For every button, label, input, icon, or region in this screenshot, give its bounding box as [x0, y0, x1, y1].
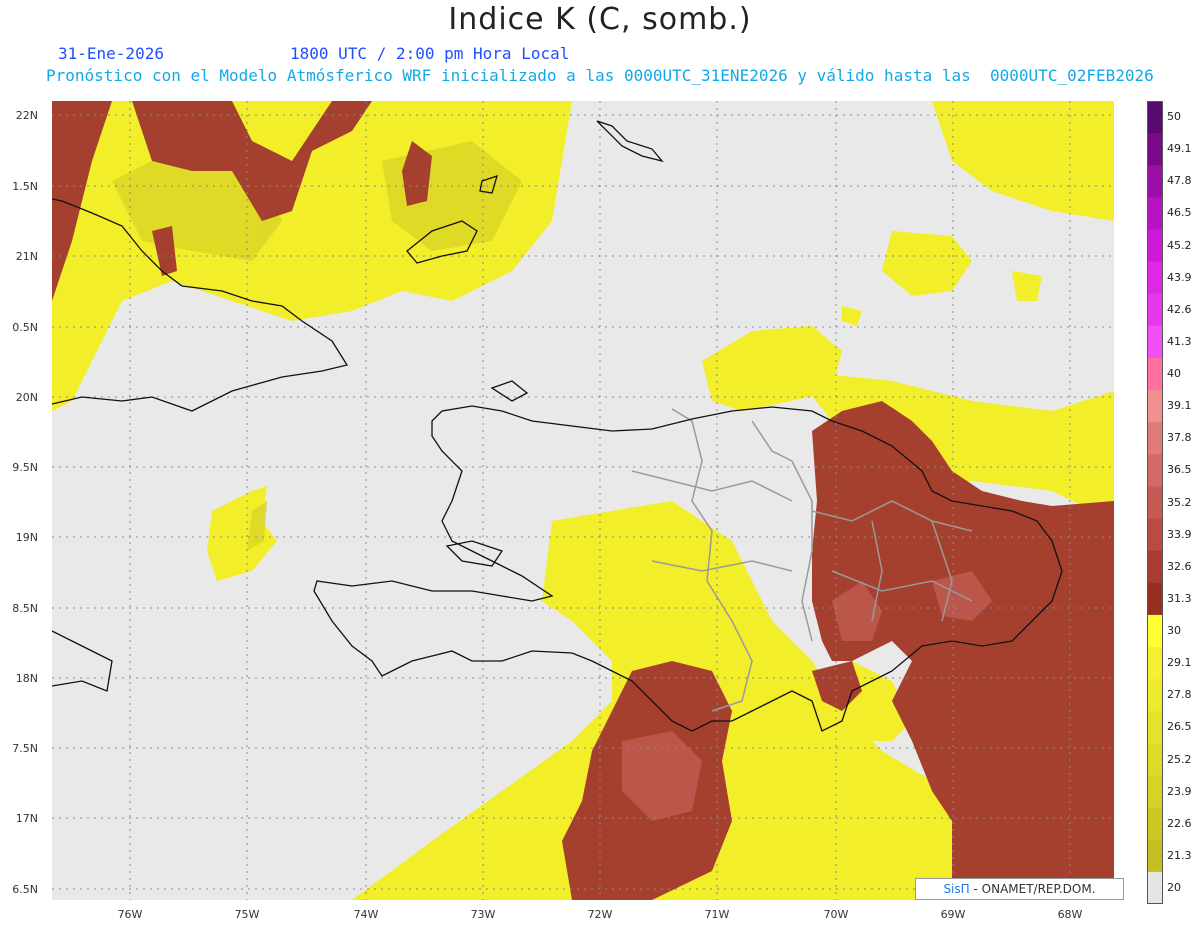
valid-date: 31-Ene-2026 — [58, 44, 164, 63]
colorbar-swatch — [1147, 229, 1163, 263]
colorbar-label: 45.2 — [1167, 238, 1192, 252]
colorbar-label: 47.8 — [1167, 174, 1192, 188]
lon-label: 73W — [470, 908, 496, 921]
model-info-line: Pronóstico con el Modelo Atmósferico WRF… — [46, 66, 1154, 85]
colorbar-swatch — [1147, 711, 1163, 744]
colorbar-swatch — [1147, 101, 1163, 134]
colorbar-swatch — [1147, 293, 1163, 327]
colorbar-label: 22.6 — [1167, 816, 1192, 830]
colorbar-swatch — [1147, 550, 1163, 584]
colorbar — [1147, 101, 1163, 904]
colorbar-label: 33.9 — [1167, 527, 1192, 541]
colorbar-swatch — [1147, 197, 1163, 230]
lat-label: 20N — [15, 391, 38, 404]
colorbar-swatch — [1147, 133, 1163, 166]
colorbar-label: 43.9 — [1167, 270, 1192, 284]
colorbar-swatch — [1147, 582, 1163, 616]
colorbar-label: 30 — [1167, 624, 1181, 637]
colorbar-label: 39.1 — [1167, 399, 1192, 413]
colorbar-label: 26.5 — [1167, 720, 1192, 734]
lon-label: 75W — [234, 908, 260, 921]
colorbar-swatch — [1147, 357, 1163, 391]
colorbar-label: 50 — [1167, 110, 1181, 124]
lat-label: 22N — [15, 109, 38, 122]
colorbar-label: 37.8 — [1167, 431, 1192, 445]
colorbar-swatch — [1147, 454, 1163, 487]
lon-label: 74W — [353, 908, 379, 921]
lon-label: 70W — [823, 908, 849, 921]
lon-label: 71W — [704, 908, 730, 921]
colorbar-label: 36.5 — [1167, 463, 1192, 477]
colorbar-swatch — [1147, 839, 1163, 873]
colorbar-label: 29.1 — [1167, 656, 1192, 670]
colorbar-label: 42.6 — [1167, 302, 1192, 316]
colorbar-swatch — [1147, 325, 1163, 359]
lon-label: 69W — [940, 908, 966, 921]
lat-label: 17N — [15, 812, 38, 825]
lat-label: 19N — [15, 531, 38, 544]
colorbar-label: 31.3 — [1167, 591, 1192, 605]
colorbar-swatch — [1147, 871, 1163, 904]
colorbar-label: 35.2 — [1167, 495, 1192, 509]
colorbar-label: 27.8 — [1167, 688, 1192, 702]
lat-label: 7.5N — [12, 742, 38, 755]
colorbar-swatch — [1147, 422, 1163, 455]
lon-label: 76W — [117, 908, 143, 921]
colorbar-label: 32.6 — [1167, 559, 1192, 573]
map-title: Indice K (C, somb.) — [448, 2, 752, 37]
colorbar-swatch — [1147, 647, 1163, 680]
valid-time: 1800 UTC / 2:00 pm Hora Local — [290, 44, 570, 63]
lat-label: 8.5N — [12, 602, 38, 615]
colorbar-label: 46.5 — [1167, 206, 1192, 220]
colorbar-label: 23.9 — [1167, 784, 1192, 798]
colorbar-swatch — [1147, 807, 1163, 841]
k-index-map — [52, 101, 1114, 900]
lat-label: 1.5N — [12, 180, 38, 193]
credit-brand: SisΠ — [943, 882, 970, 896]
colorbar-swatch — [1147, 679, 1163, 712]
colorbar-label: 41.3 — [1167, 334, 1192, 348]
lat-label: 18N — [15, 672, 38, 685]
lon-label: 72W — [587, 908, 613, 921]
colorbar-label: 25.2 — [1167, 752, 1192, 766]
lat-label: 9.5N — [12, 461, 38, 474]
colorbar-swatch — [1147, 165, 1163, 198]
credit-box: SisΠ - ONAMET/REP.DOM. — [915, 878, 1124, 900]
lat-label: 6.5N — [12, 883, 38, 896]
colorbar-label: 40 — [1167, 367, 1181, 380]
colorbar-swatch — [1147, 390, 1163, 423]
colorbar-label: 21.3 — [1167, 848, 1192, 862]
colorbar-swatch — [1147, 775, 1163, 809]
colorbar-swatch — [1147, 518, 1163, 552]
colorbar-swatch — [1147, 743, 1163, 777]
colorbar-swatch — [1147, 261, 1163, 295]
lon-label: 68W — [1057, 908, 1083, 921]
lat-label: 21N — [15, 250, 38, 263]
colorbar-label: 20 — [1167, 880, 1181, 894]
colorbar-label: 49.1 — [1167, 142, 1192, 156]
colorbar-swatch — [1147, 614, 1163, 648]
credit-text: - ONAMET/REP.DOM. — [973, 882, 1096, 896]
lat-label: 0.5N — [12, 321, 38, 334]
colorbar-swatch — [1147, 486, 1163, 520]
